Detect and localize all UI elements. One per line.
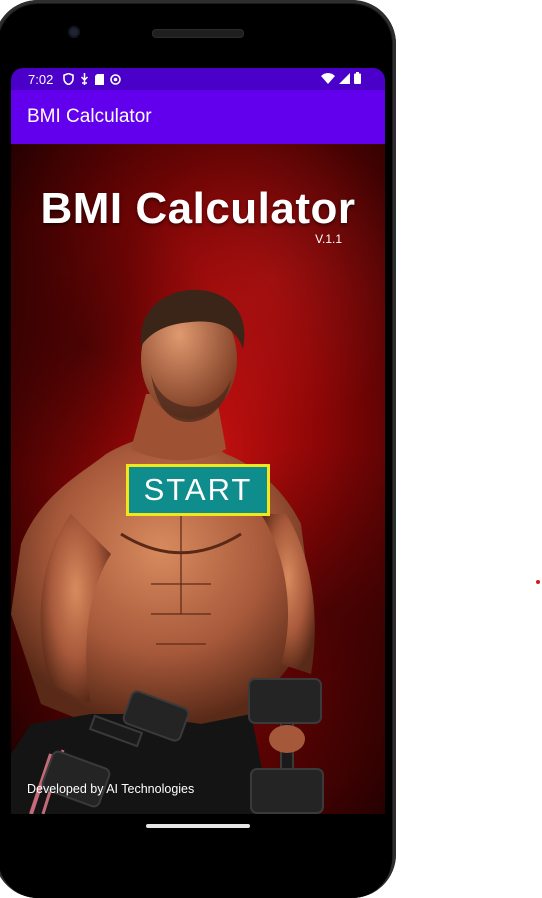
status-right-icons: [321, 72, 361, 84]
gesture-nav-handle[interactable]: [146, 824, 250, 828]
status-time: 7:02: [28, 71, 54, 87]
hero-title: BMI Calculator: [40, 184, 356, 233]
shield-icon: [63, 73, 75, 85]
emulator-canvas: 7:02 BMI Calculator BMI Calculator V.1.1…: [0, 0, 542, 898]
wifi-icon: [321, 72, 335, 84]
earpiece-speaker: [152, 29, 244, 38]
red-dot-marker: [536, 580, 540, 584]
start-button[interactable]: START: [126, 464, 270, 516]
status-left-icons: [63, 73, 122, 85]
sd-card-icon: [95, 73, 105, 85]
app-bar-title: BMI Calculator: [27, 106, 152, 127]
status-bar: 7:02: [11, 68, 385, 90]
athlete-image: [11, 289, 324, 814]
developer-credit: Developed by AI Technologies: [27, 782, 195, 796]
splash-content: BMI Calculator V.1.1 START Developed by …: [11, 144, 385, 814]
front-camera-icon: [68, 26, 80, 38]
notification-face-icon: [110, 73, 122, 85]
phone-screen: 7:02 BMI Calculator BMI Calculator V.1.1…: [11, 68, 385, 814]
usb-debug-icon: [81, 73, 89, 85]
app-bar: BMI Calculator: [11, 90, 385, 144]
battery-icon: [354, 72, 361, 84]
signal-icon: [339, 72, 350, 84]
version-label: V.1.1: [315, 232, 342, 246]
